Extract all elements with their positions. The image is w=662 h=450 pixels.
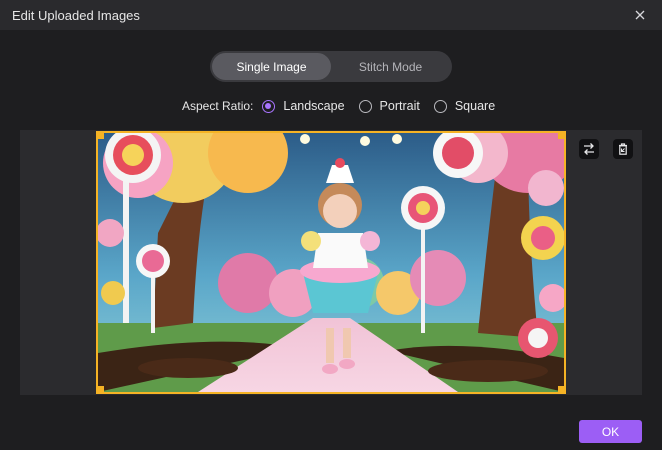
- crop-handle-top-right[interactable]: [558, 133, 564, 139]
- title-bar: Edit Uploaded Images: [0, 0, 662, 30]
- close-button[interactable]: [632, 7, 648, 23]
- square-label: Square: [454, 99, 496, 113]
- close-icon: [635, 10, 645, 20]
- aspect-ratio-group: Aspect Ratio: Landscape Portrait Square: [182, 97, 509, 115]
- crop-handle-bottom-right[interactable]: [558, 386, 564, 392]
- stitch-mode-tab[interactable]: Stitch Mode: [331, 53, 450, 80]
- crop-handle-bottom-left[interactable]: [98, 386, 104, 392]
- portrait-radio[interactable]: [358, 99, 372, 113]
- swap-icon: [584, 143, 594, 155]
- candy-land-photo: [98, 133, 564, 392]
- mode-toggle: Single Image Stitch Mode: [210, 51, 452, 82]
- aspect-landscape-option[interactable]: Landscape: [262, 99, 345, 113]
- portrait-label: Portrait: [379, 99, 420, 113]
- uploaded-image[interactable]: [96, 131, 566, 394]
- aspect-square-option[interactable]: Square: [433, 99, 496, 113]
- replace-image-button[interactable]: [579, 139, 599, 159]
- ok-button[interactable]: OK: [579, 420, 642, 443]
- trash-icon: [619, 143, 627, 155]
- aspect-ratio-label: Aspect Ratio:: [182, 99, 254, 113]
- square-radio[interactable]: [433, 99, 447, 113]
- window-title: Edit Uploaded Images: [12, 7, 140, 23]
- crop-handle-top-left[interactable]: [98, 133, 104, 139]
- delete-image-button[interactable]: [613, 139, 633, 159]
- aspect-portrait-option[interactable]: Portrait: [358, 99, 420, 113]
- landscape-label: Landscape: [283, 99, 345, 113]
- landscape-radio[interactable]: [262, 99, 276, 113]
- single-image-tab[interactable]: Single Image: [212, 53, 331, 80]
